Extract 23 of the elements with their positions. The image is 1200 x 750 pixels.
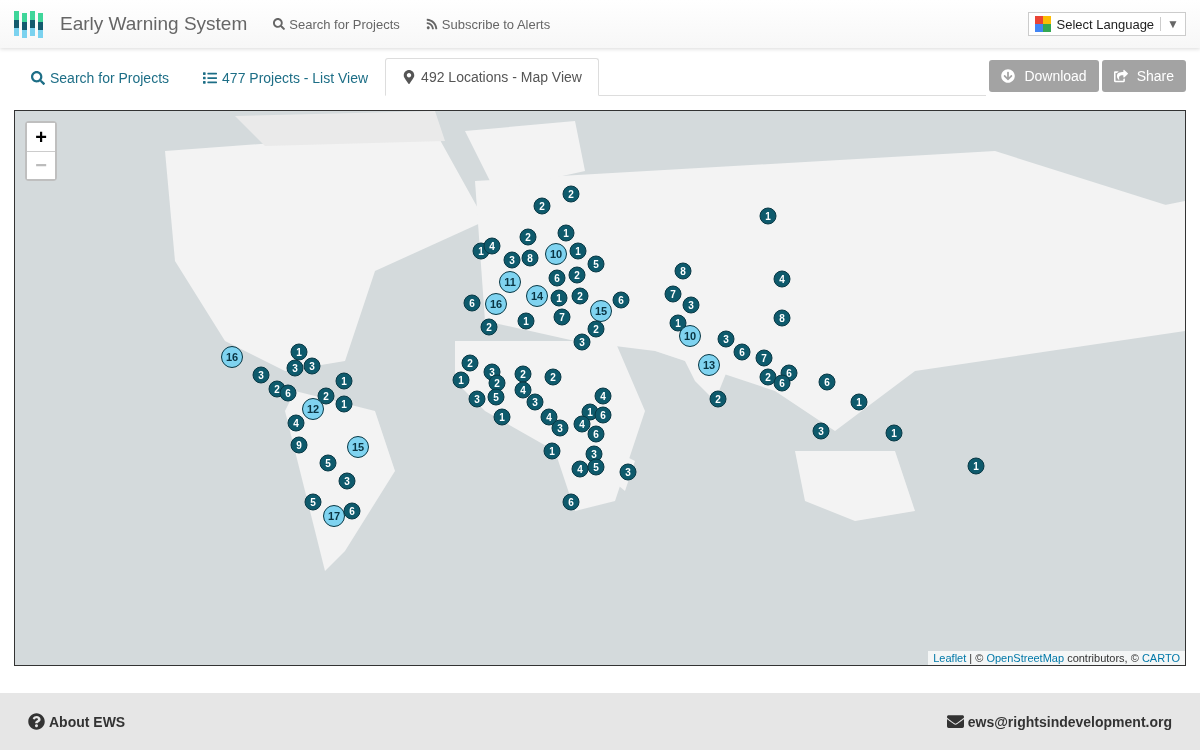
language-label: Select Language bbox=[1056, 16, 1155, 32]
map-pin-icon bbox=[402, 70, 417, 84]
language-select[interactable]: Select Language ▼ bbox=[1027, 12, 1186, 36]
leaflet-link[interactable]: Leaflet bbox=[933, 652, 967, 664]
help-icon bbox=[28, 713, 45, 730]
email-link[interactable]: ews@rightsindevelopment.org bbox=[946, 713, 1172, 730]
search-icon bbox=[31, 70, 45, 85]
search-icon bbox=[273, 18, 286, 30]
google-icon bbox=[1034, 16, 1051, 32]
tab[interactable]: 492 Locations - Map View bbox=[385, 58, 599, 96]
map-attribution: Leaflet | © OpenStreetMap contributors, © CARTO bbox=[928, 651, 1185, 665]
openstreetmap-link[interactable]: OpenStreetMap bbox=[986, 652, 1065, 664]
nav-link[interactable]: Search for Projects bbox=[273, 16, 400, 32]
share-icon bbox=[1113, 69, 1128, 83]
logo-icon bbox=[14, 9, 46, 39]
envelope-icon bbox=[946, 713, 964, 730]
rss-icon bbox=[425, 18, 438, 30]
download-icon bbox=[1001, 69, 1016, 83]
nav-link[interactable]: Subscribe to Alerts bbox=[425, 16, 551, 32]
site-title: Early Warning System bbox=[60, 13, 248, 35]
carto-link[interactable]: CARTO bbox=[1141, 652, 1180, 664]
about-link[interactable]: About EWS bbox=[28, 713, 126, 730]
list-icon bbox=[203, 70, 218, 85]
